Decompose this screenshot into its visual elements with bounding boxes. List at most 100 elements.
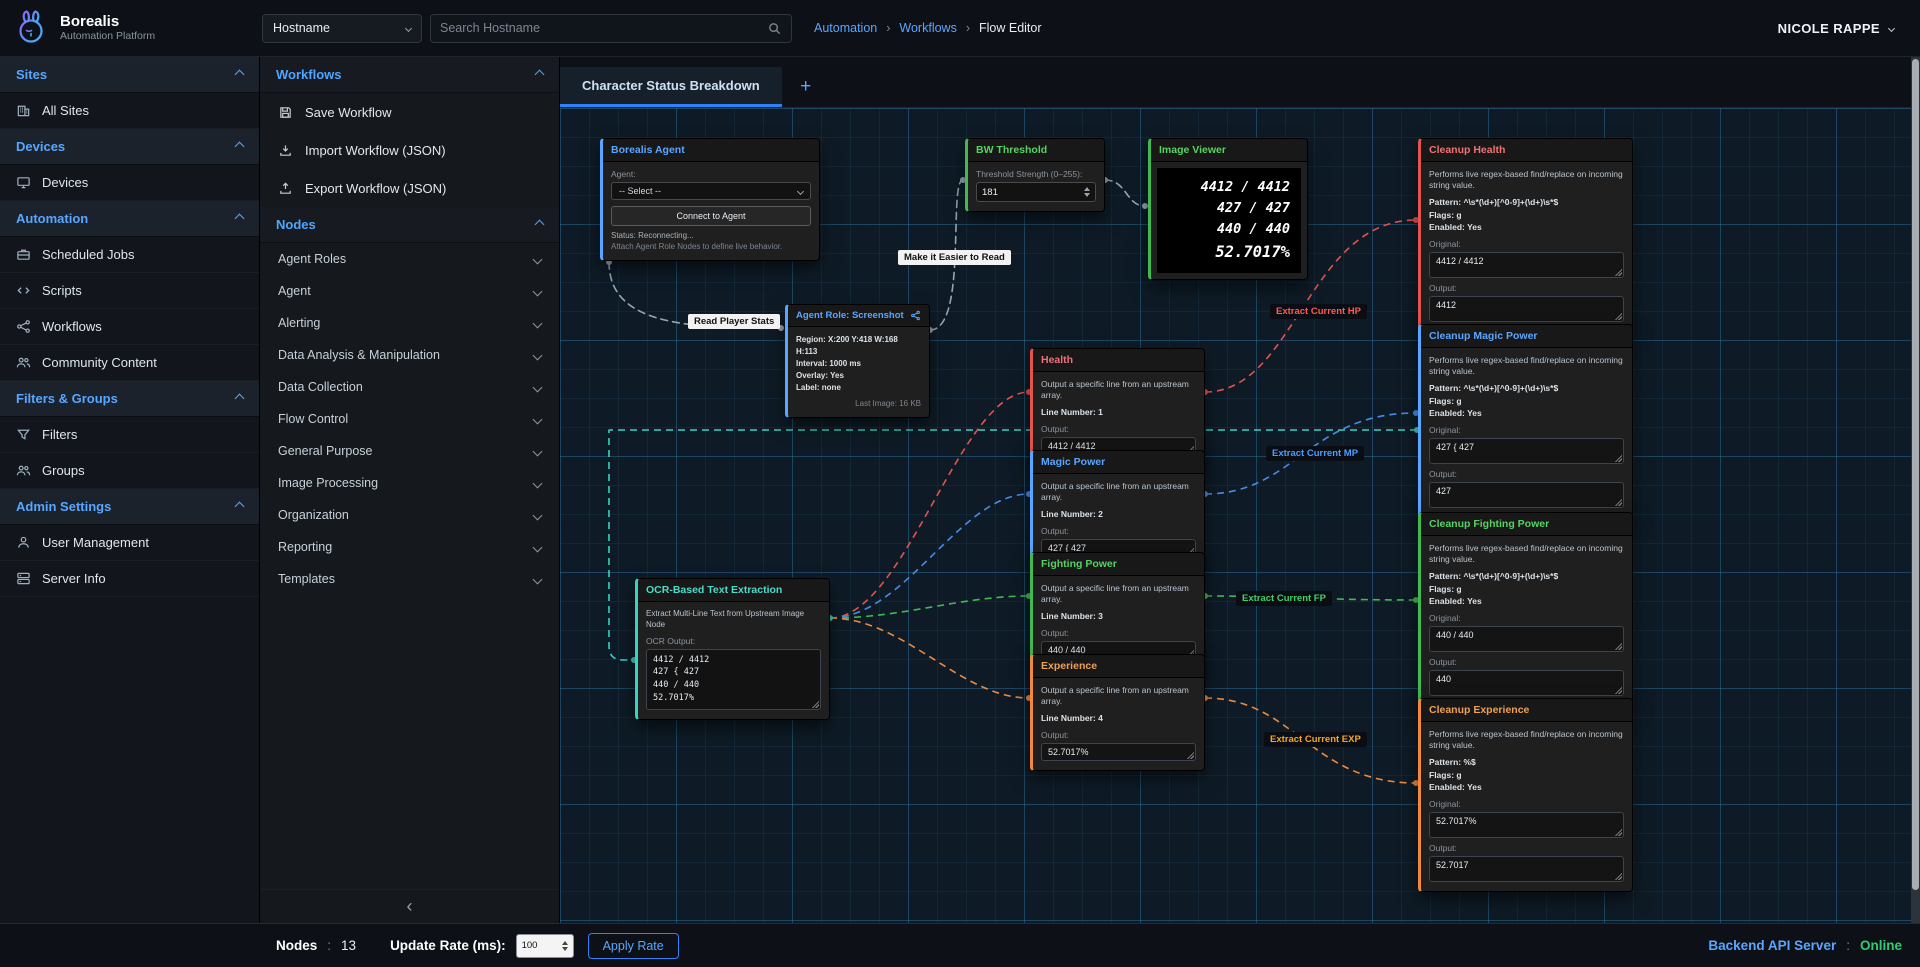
line-number: Line Number: 4 <box>1041 712 1196 725</box>
node-category-agent-roles[interactable]: Agent Roles <box>260 243 559 275</box>
brand[interactable]: Borealis Automation Platform <box>0 9 260 47</box>
server-icon <box>16 571 31 586</box>
main-row: Sites All Sites Devices Devices Automati… <box>0 57 1920 923</box>
sidebar-item-groups[interactable]: Groups <box>0 453 259 489</box>
threshold-input[interactable]: 181 <box>976 182 1096 202</box>
add-tab-button[interactable]: + <box>782 67 830 107</box>
node-cleanup-magic-power[interactable]: Cleanup Magic Power Performs live regex-… <box>1418 324 1633 518</box>
chevron-down-icon <box>533 350 543 360</box>
collapse-panel-button[interactable]: ‹ <box>260 889 559 923</box>
scrollbar-thumb[interactable] <box>1912 59 1919 890</box>
node-category-image-processing[interactable]: Image Processing <box>260 467 559 499</box>
node-category-general-purpose[interactable]: General Purpose <box>260 435 559 467</box>
node-health[interactable]: Health Output a specific line from an up… <box>1030 348 1205 465</box>
sidebar-section-filters-groups[interactable]: Filters & Groups <box>0 381 259 417</box>
import-workflow-button[interactable]: Import Workflow (JSON) <box>260 131 559 169</box>
edge-label-extract-current-hp[interactable]: Extract Current HP <box>1270 304 1367 319</box>
output-value[interactable]: 52.7017 <box>1429 856 1624 882</box>
chevron-up-icon <box>235 70 245 80</box>
save-workflow-button[interactable]: Save Workflow <box>260 93 559 131</box>
update-rate-input[interactable]: 100 <box>516 934 574 958</box>
node-cleanup-fighting-power[interactable]: Cleanup Fighting Power Performs live reg… <box>1418 512 1633 706</box>
regex-flags: Flags: g <box>1429 209 1624 222</box>
import-icon <box>278 143 293 158</box>
sidebar-section-automation[interactable]: Automation <box>0 201 259 237</box>
nodes-panel-header[interactable]: Nodes <box>260 207 559 243</box>
workflows-panel-header[interactable]: Workflows <box>260 57 559 93</box>
node-category-alerting[interactable]: Alerting <box>260 307 559 339</box>
node-magic-power[interactable]: Magic Power Output a specific line from … <box>1030 450 1205 567</box>
sidebar-section-sites[interactable]: Sites <box>0 57 259 93</box>
share-icon[interactable] <box>910 310 921 321</box>
original-value[interactable]: 52.7017% <box>1429 812 1624 838</box>
vertical-scrollbar[interactable] <box>1911 57 1920 923</box>
node-category-templates[interactable]: Templates <box>260 563 559 595</box>
sidebar-item-user-management[interactable]: User Management <box>0 525 259 561</box>
original-value[interactable]: 4412 / 4412 <box>1429 252 1624 278</box>
sidebar-item-scripts[interactable]: Scripts <box>0 273 259 309</box>
node-category-agent[interactable]: Agent <box>260 275 559 307</box>
ocr-output-textarea[interactable]: 4412 / 4412 427 { 427 440 / 440 52.7017% <box>646 649 821 710</box>
sidebar-item-filters[interactable]: Filters <box>0 417 259 453</box>
app-root: Borealis Automation Platform Hostname Au… <box>0 0 1920 967</box>
node-cleanup-experience[interactable]: Cleanup Experience Performs live regex-b… <box>1418 698 1633 892</box>
output-value[interactable]: 4412 <box>1429 296 1624 322</box>
hostname-select[interactable]: Hostname <box>262 14 422 43</box>
chevron-down-icon <box>533 574 543 584</box>
breadcrumb-separator: › <box>966 21 970 35</box>
breadcrumb-workflows[interactable]: Workflows <box>899 21 956 35</box>
flow-canvas[interactable]: Borealis Agent Agent: -- Select -- Conne… <box>560 108 1920 923</box>
tab-character-status-breakdown[interactable]: Character Status Breakdown <box>560 67 782 107</box>
node-category-reporting[interactable]: Reporting <box>260 531 559 563</box>
original-value[interactable]: 427 { 427 <box>1429 438 1624 464</box>
stepper-icon[interactable] <box>562 941 568 951</box>
chevron-down-icon <box>533 382 543 392</box>
edge-label-read-player-stats[interactable]: Read Player Stats <box>688 314 780 329</box>
node-image-viewer[interactable]: Image Viewer 4412 / 4412 427 / 427 440 /… <box>1148 138 1308 280</box>
node-title: Image Viewer <box>1159 144 1226 156</box>
search-hostname-input[interactable] <box>440 21 740 35</box>
sidebar-section-devices[interactable]: Devices <box>0 129 259 165</box>
node-category-data-analysis[interactable]: Data Analysis & Manipulation <box>260 339 559 371</box>
node-title: Agent Role: Screenshot <box>796 310 904 321</box>
node-fighting-power[interactable]: Fighting Power Output a specific line fr… <box>1030 552 1205 669</box>
sidebar-item-scheduled-jobs[interactable]: Scheduled Jobs <box>0 237 259 273</box>
user-menu[interactable]: NICOLE RAPPE <box>1778 21 1920 36</box>
output-value[interactable]: 427 <box>1429 482 1624 508</box>
tab-bar: Character Status Breakdown + <box>560 57 1920 108</box>
connect-to-agent-button[interactable]: Connect to Agent <box>611 206 811 226</box>
sidebar-item-workflows[interactable]: Workflows <box>0 309 259 345</box>
sidebar-item-devices[interactable]: Devices <box>0 165 259 201</box>
node-borealis-agent[interactable]: Borealis Agent Agent: -- Select -- Conne… <box>600 138 820 261</box>
export-workflow-button[interactable]: Export Workflow (JSON) <box>260 169 559 207</box>
chevron-up-icon <box>535 220 545 230</box>
agent-select[interactable]: -- Select -- <box>611 182 811 200</box>
sidebar-item-server-info[interactable]: Server Info <box>0 561 259 597</box>
sidebar-section-admin-settings[interactable]: Admin Settings <box>0 489 259 525</box>
regex-flags: Flags: g <box>1429 583 1624 596</box>
node-bw-threshold[interactable]: BW Threshold Threshold Strength (0–255):… <box>965 138 1105 212</box>
edge-label-extract-current-mp[interactable]: Extract Current MP <box>1266 446 1364 461</box>
node-ocr-text-extraction[interactable]: OCR-Based Text Extraction Extract Multi-… <box>635 578 830 720</box>
original-value[interactable]: 440 / 440 <box>1429 626 1624 652</box>
breadcrumb-separator: › <box>886 21 890 35</box>
breadcrumb-automation[interactable]: Automation <box>814 21 877 35</box>
edge-label-make-it-easier-to-read[interactable]: Make it Easier to Read <box>898 250 1011 265</box>
stepper-icon[interactable] <box>1084 187 1090 197</box>
edge-label-extract-current-fp[interactable]: Extract Current FP <box>1236 591 1332 606</box>
node-category-data-collection[interactable]: Data Collection <box>260 371 559 403</box>
sidebar-item-all-sites[interactable]: All Sites <box>0 93 259 129</box>
output-value[interactable]: 52.7017% <box>1041 743 1196 761</box>
apply-rate-button[interactable]: Apply Rate <box>588 933 679 959</box>
edge-label-extract-current-exp[interactable]: Extract Current EXP <box>1264 732 1367 747</box>
node-agent-role-screenshot[interactable]: Agent Role: Screenshot Region: X:200 Y:4… <box>785 304 930 418</box>
line-number: Line Number: 3 <box>1041 610 1196 623</box>
node-cleanup-health[interactable]: Cleanup Health Performs live regex-based… <box>1418 138 1633 332</box>
sidebar-item-community-content[interactable]: Community Content <box>0 345 259 381</box>
chevron-down-icon <box>533 286 543 296</box>
node-category-organization[interactable]: Organization <box>260 499 559 531</box>
node-category-flow-control[interactable]: Flow Control <box>260 403 559 435</box>
node-experience[interactable]: Experience Output a specific line from a… <box>1030 654 1205 771</box>
output-value[interactable]: 440 <box>1429 670 1624 696</box>
regex-pattern: Pattern: ^\s*(\d+)[^0-9]+(\d+)\s*$ <box>1429 570 1624 583</box>
